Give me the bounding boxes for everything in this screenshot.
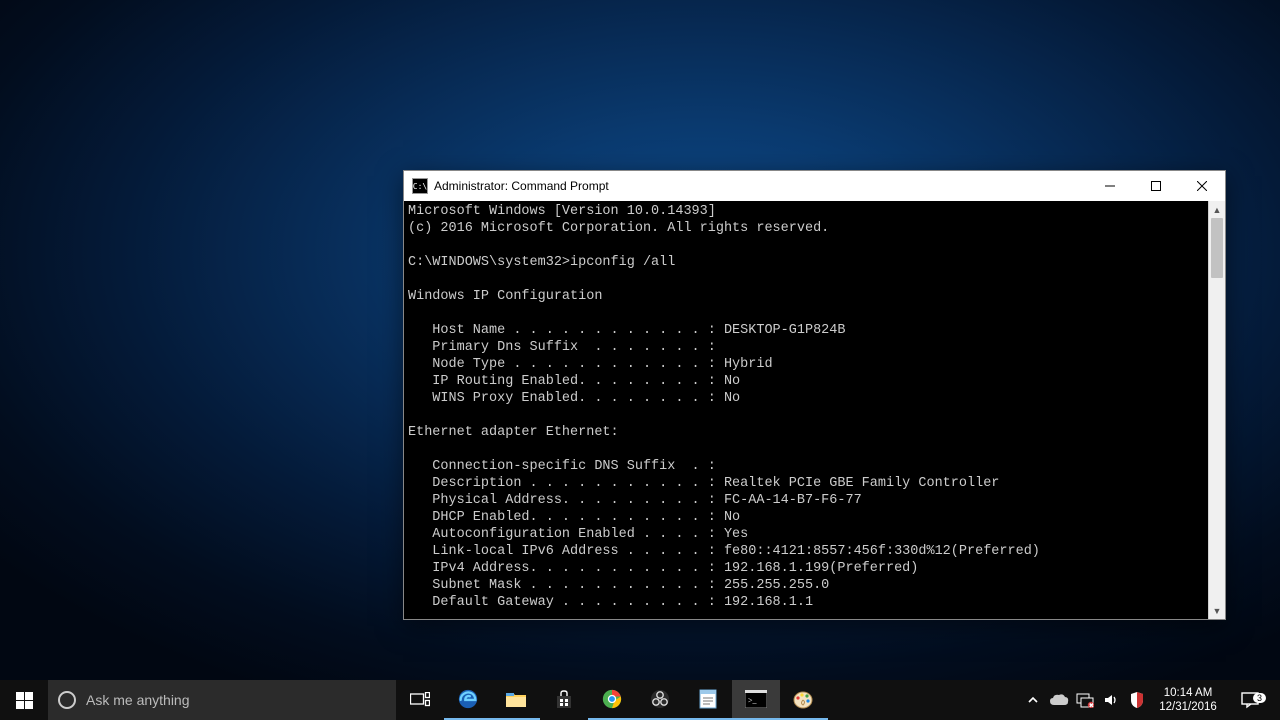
cmd-icon: C:\ [412, 178, 428, 194]
taskbar-app-notepad[interactable] [684, 680, 732, 720]
window-title: Administrator: Command Prompt [434, 179, 609, 193]
network-icon[interactable]: ✕ [1072, 692, 1098, 708]
taskbar-app-obs[interactable] [636, 680, 684, 720]
search-placeholder: Ask me anything [86, 692, 190, 708]
taskbar-app-store[interactable] [540, 680, 588, 720]
console-output[interactable]: Microsoft Windows [Version 10.0.14393] (… [404, 201, 1208, 619]
svg-text:>_: >_ [748, 696, 758, 705]
task-view-button[interactable] [396, 680, 444, 720]
search-box[interactable]: Ask me anything [48, 680, 396, 720]
clock-time: 10:14 AM [1164, 686, 1213, 700]
taskbar: Ask me anything >_ [0, 680, 1280, 720]
taskbar-clock[interactable]: 10:14 AM 12/31/2016 [1150, 686, 1226, 714]
taskbar-app-edge[interactable] [444, 680, 492, 720]
close-button[interactable] [1179, 171, 1225, 201]
onedrive-icon[interactable] [1046, 693, 1072, 707]
system-tray: ✕ 10:14 AM 12/31/2016 3 [1020, 680, 1280, 720]
taskbar-app-file-explorer[interactable] [492, 680, 540, 720]
tray-overflow-button[interactable] [1020, 695, 1046, 705]
titlebar[interactable]: C:\ Administrator: Command Prompt [404, 171, 1225, 201]
command-prompt-window[interactable]: C:\ Administrator: Command Prompt Micros… [403, 170, 1226, 620]
action-center-button[interactable]: 3 [1226, 691, 1274, 709]
start-button[interactable] [0, 680, 48, 720]
defender-icon[interactable] [1124, 692, 1150, 708]
cortana-icon [58, 691, 76, 709]
notification-badge: 3 [1253, 693, 1266, 703]
desktop[interactable]: C:\ Administrator: Command Prompt Micros… [0, 0, 1280, 720]
clock-date: 12/31/2016 [1159, 700, 1217, 714]
svg-text:✕: ✕ [1089, 703, 1093, 708]
taskbar-app-chrome[interactable] [588, 680, 636, 720]
scroll-track[interactable] [1209, 218, 1225, 602]
taskbar-app-paint[interactable] [780, 680, 828, 720]
scroll-up-button[interactable]: ▲ [1209, 201, 1225, 218]
volume-icon[interactable] [1098, 692, 1124, 708]
minimize-button[interactable] [1087, 171, 1133, 201]
vertical-scrollbar[interactable]: ▲ ▼ [1208, 201, 1225, 619]
maximize-button[interactable] [1133, 171, 1179, 201]
scroll-thumb[interactable] [1211, 218, 1223, 278]
taskbar-app-command-prompt[interactable]: >_ [732, 680, 780, 720]
scroll-down-button[interactable]: ▼ [1209, 602, 1225, 619]
